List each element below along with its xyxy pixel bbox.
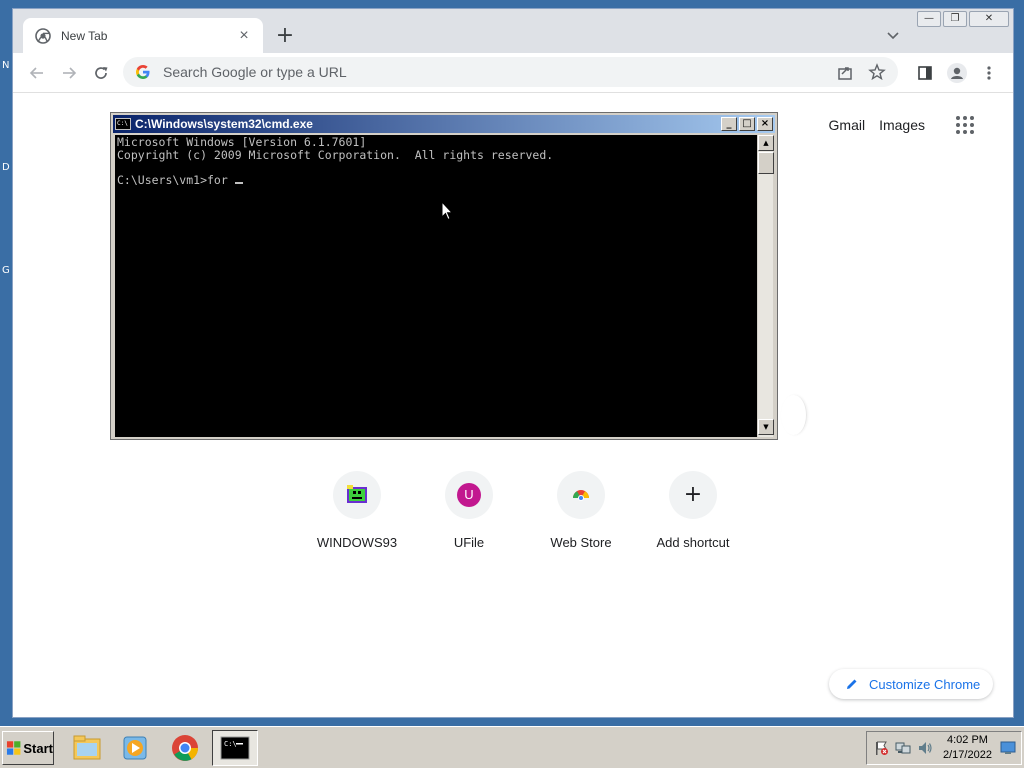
tab-strip: New Tab × + — ❐ ✕ <box>13 9 1013 53</box>
forward-button[interactable] <box>57 61 81 85</box>
clock-time: 4:02 PM <box>946 734 988 746</box>
start-label: Start <box>23 740 53 756</box>
browser-toolbar: Search Google or type a URL <box>13 53 1013 93</box>
images-link[interactable]: Images <box>879 117 925 133</box>
tab-search-chevron-icon[interactable] <box>885 27 901 43</box>
chrome-menu-button[interactable] <box>977 61 1001 85</box>
cmd-window-controls: _ □ × <box>721 117 773 131</box>
taskbar-file-explorer[interactable] <box>64 730 110 766</box>
scroll-down-button[interactable]: ▼ <box>758 419 774 435</box>
ntp-header-links: Gmail Images <box>829 113 977 137</box>
shortcut-windows93[interactable]: WINDOWS93 <box>301 471 413 550</box>
more-vertical-icon <box>987 66 991 80</box>
restore-button[interactable]: ❐ <box>943 11 967 27</box>
svg-text:C:\: C:\ <box>224 740 237 748</box>
shortcut-label: Add shortcut <box>656 535 730 550</box>
shortcut-web-store[interactable]: Web Store <box>525 471 637 550</box>
media-player-icon <box>123 736 147 760</box>
reload-button[interactable] <box>89 61 113 85</box>
side-panel-icon <box>918 66 932 80</box>
taskbar-cmd[interactable]: C:\ <box>212 730 258 766</box>
console-prompt-line[interactable]: C:\Users\vm1>for <box>117 172 755 187</box>
clock-date: 2/17/2022 <box>943 749 992 761</box>
system-tray: 4:02 PM 2/17/2022 <box>866 731 1022 765</box>
shortcut-tile: U <box>445 471 493 519</box>
shortcut-ufile[interactable]: U UFile <box>413 471 525 550</box>
reload-icon <box>95 67 108 79</box>
add-shortcut-button[interactable]: + Add shortcut <box>637 471 749 550</box>
shortcut-tile <box>557 471 605 519</box>
cmd-window-icon: C:\ <box>115 118 131 130</box>
pencil-icon <box>847 679 857 689</box>
ufile-icon: U <box>457 483 481 507</box>
console-prompt: C:\Users\vm1>for <box>117 172 235 187</box>
share-icon[interactable] <box>836 63 854 81</box>
shortcut-label: WINDOWS93 <box>316 535 398 550</box>
cmd-minimize-button[interactable]: _ <box>721 117 737 131</box>
tab-title: New Tab <box>61 28 108 43</box>
omnibox-placeholder: Search Google or type a URL <box>163 64 347 80</box>
cmd-icon: C:\ <box>220 736 250 760</box>
network-icon[interactable] <box>895 740 911 756</box>
shortcuts-row: WINDOWS93 U UFile Web Store + Add shortc… <box>301 471 749 550</box>
cmd-console[interactable]: Microsoft Windows [Version 6.1.7601] Copy… <box>115 135 757 437</box>
start-button[interactable]: Start <box>2 731 54 765</box>
search-box-edge <box>781 395 807 435</box>
volume-icon[interactable] <box>917 740 933 756</box>
bookmark-star-icon[interactable] <box>868 63 886 81</box>
desktop-icon-label-fragment: G <box>2 265 10 276</box>
chrome-favicon-icon <box>35 27 51 44</box>
back-button[interactable] <box>25 61 49 85</box>
console-line: Copyright (c) 2009 Microsoft Corporation… <box>117 147 554 162</box>
shortcut-label: Web Store <box>550 535 612 550</box>
profile-avatar-icon <box>947 63 967 83</box>
side-panel-button[interactable] <box>913 61 937 85</box>
text-cursor <box>234 181 243 184</box>
cmd-close-button[interactable]: × <box>757 117 773 131</box>
customize-chrome-button[interactable]: Customize Chrome <box>829 669 993 699</box>
google-apps-icon[interactable] <box>953 113 977 137</box>
google-g-icon <box>136 65 150 79</box>
show-desktop-icon[interactable] <box>1000 741 1016 755</box>
cmd-window[interactable]: C:\ C:\Windows\system32\cmd.exe _ □ × Mi… <box>110 112 778 440</box>
window-controls: — ❐ ✕ <box>917 11 1009 27</box>
mouse-pointer-icon <box>441 201 453 221</box>
forward-arrow-icon <box>63 67 77 79</box>
chrome-webstore-icon <box>573 490 589 501</box>
omnibox[interactable]: Search Google or type a URL <box>123 57 898 87</box>
file-explorer-icon <box>73 735 101 760</box>
back-arrow-icon <box>29 67 43 79</box>
minimize-button[interactable]: — <box>917 11 941 27</box>
shortcut-tile <box>333 471 381 519</box>
scroll-thumb[interactable] <box>758 152 774 174</box>
tab-new-tab[interactable]: New Tab × <box>23 18 263 53</box>
taskbar: Start C:\ 4:02 PM 2/17/2022 <box>0 726 1024 768</box>
new-tab-button[interactable]: + <box>275 25 295 47</box>
taskbar-chrome[interactable] <box>162 730 208 766</box>
plus-icon: + <box>683 482 703 507</box>
shortcut-label: UFile <box>453 535 485 550</box>
shortcut-tile: + <box>669 471 717 519</box>
scroll-up-button[interactable]: ▲ <box>758 135 774 151</box>
cmd-window-title: C:\Windows\system32\cmd.exe <box>135 117 313 131</box>
windows93-icon <box>347 485 367 503</box>
taskbar-media-player[interactable] <box>112 730 158 766</box>
cmd-scrollbar[interactable]: ▲ ▼ <box>757 135 774 437</box>
taskbar-clock[interactable]: 4:02 PM 2/17/2022 <box>943 733 992 763</box>
cmd-title-bar[interactable]: C:\ C:\Windows\system32\cmd.exe _ □ × <box>113 115 775 133</box>
console-line: Microsoft Windows [Version 6.1.7601] <box>117 135 367 149</box>
cmd-maximize-button[interactable]: □ <box>739 117 755 131</box>
desktop-icon-label-fragment: N <box>2 60 10 71</box>
action-center-flag-icon[interactable] <box>873 740 889 756</box>
customize-chrome-label: Customize Chrome <box>869 676 981 692</box>
windows-logo-icon <box>6 741 21 755</box>
profile-button[interactable] <box>945 61 969 85</box>
tab-close-icon[interactable]: × <box>235 27 253 44</box>
close-button[interactable]: ✕ <box>969 11 1009 27</box>
chrome-icon <box>172 735 199 761</box>
gmail-link[interactable]: Gmail <box>829 117 866 133</box>
desktop-icon-label-fragment: D <box>2 162 10 173</box>
